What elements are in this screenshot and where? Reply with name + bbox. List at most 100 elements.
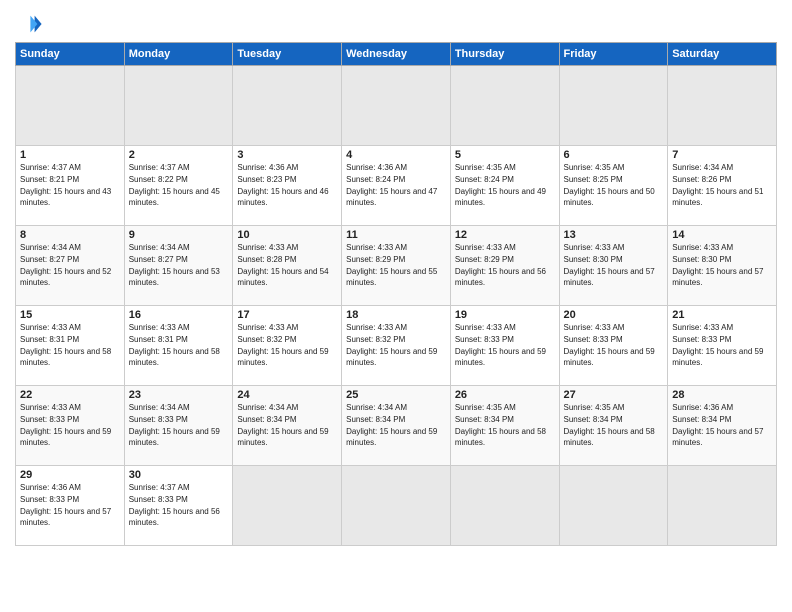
col-header-tuesday: Tuesday	[233, 43, 342, 66]
day-info: Sunrise: 4:33 AMSunset: 8:33 PMDaylight:…	[455, 323, 546, 367]
day-cell: 20 Sunrise: 4:33 AMSunset: 8:33 PMDayligh…	[559, 306, 668, 386]
day-number: 27	[564, 389, 664, 401]
day-cell	[559, 466, 668, 546]
day-number: 22	[20, 389, 120, 401]
day-cell	[124, 66, 233, 146]
header	[15, 10, 777, 38]
day-number: 15	[20, 309, 120, 321]
day-cell	[342, 466, 451, 546]
day-info: Sunrise: 4:33 AMSunset: 8:32 PMDaylight:…	[237, 323, 328, 367]
col-header-sunday: Sunday	[16, 43, 125, 66]
day-cell: 30Sunrise: 4:37 AMSunset: 8:33 PMDayligh…	[124, 466, 233, 546]
day-info: Sunrise: 4:33 AMSunset: 8:30 PMDaylight:…	[564, 243, 655, 287]
day-cell: 5 Sunrise: 4:35 AMSunset: 8:24 PMDaylight…	[450, 146, 559, 226]
col-header-friday: Friday	[559, 43, 668, 66]
day-info: Sunrise: 4:35 AMSunset: 8:24 PMDaylight:…	[455, 163, 546, 207]
day-info: Sunrise: 4:33 AMSunset: 8:32 PMDaylight:…	[346, 323, 437, 367]
day-cell: 9Sunrise: 4:34 AMSunset: 8:27 PMDaylight…	[124, 226, 233, 306]
day-number: 25	[346, 389, 446, 401]
week-row-1: 1Sunrise: 4:37 AMSunset: 8:21 PMDaylight…	[16, 146, 777, 226]
day-info: Sunrise: 4:33 AMSunset: 8:28 PMDaylight:…	[237, 243, 328, 287]
day-cell: 25Sunrise: 4:34 AMSunset: 8:34 PMDayligh…	[342, 386, 451, 466]
day-cell: 8Sunrise: 4:34 AMSunset: 8:27 PMDaylight…	[16, 226, 125, 306]
day-number: 30	[129, 469, 229, 481]
logo	[15, 10, 47, 38]
day-number: 24	[237, 389, 337, 401]
day-info: Sunrise: 4:33 AMSunset: 8:29 PMDaylight:…	[346, 243, 437, 287]
day-number: 23	[129, 389, 229, 401]
week-row-0	[16, 66, 777, 146]
day-number: 21	[672, 309, 772, 321]
col-header-saturday: Saturday	[668, 43, 777, 66]
day-info: Sunrise: 4:34 AMSunset: 8:26 PMDaylight:…	[672, 163, 763, 207]
day-info: Sunrise: 4:33 AMSunset: 8:29 PMDaylight:…	[455, 243, 546, 287]
day-cell: 22Sunrise: 4:33 AMSunset: 8:33 PMDayligh…	[16, 386, 125, 466]
day-cell: 14 Sunrise: 4:33 AMSunset: 8:30 PMDayligh…	[668, 226, 777, 306]
day-cell	[450, 466, 559, 546]
day-info: Sunrise: 4:33 AMSunset: 8:31 PMDaylight:…	[129, 323, 220, 367]
day-cell: 16 Sunrise: 4:33 AMSunset: 8:31 PMDayligh…	[124, 306, 233, 386]
day-cell	[668, 466, 777, 546]
day-number: 10	[237, 229, 337, 241]
day-number: 26	[455, 389, 555, 401]
day-info: Sunrise: 4:36 AMSunset: 8:24 PMDaylight:…	[346, 163, 437, 207]
page-container: SundayMondayTuesdayWednesdayThursdayFrid…	[0, 0, 792, 556]
day-cell: 19Sunrise: 4:33 AMSunset: 8:33 PMDayligh…	[450, 306, 559, 386]
day-info: Sunrise: 4:34 AMSunset: 8:33 PMDaylight:…	[129, 403, 220, 447]
day-cell: 18 Sunrise: 4:33 AMSunset: 8:32 PMDayligh…	[342, 306, 451, 386]
day-cell: 21 Sunrise: 4:33 AMSunset: 8:33 PMDayligh…	[668, 306, 777, 386]
day-info: Sunrise: 4:36 AMSunset: 8:34 PMDaylight:…	[672, 403, 763, 447]
day-cell	[668, 66, 777, 146]
day-info: Sunrise: 4:35 AMSunset: 8:25 PMDaylight:…	[564, 163, 655, 207]
day-info: Sunrise: 4:35 AMSunset: 8:34 PMDaylight:…	[455, 403, 546, 447]
day-cell: 2 Sunrise: 4:37 AMSunset: 8:22 PMDaylight…	[124, 146, 233, 226]
day-number: 13	[564, 229, 664, 241]
day-cell	[233, 66, 342, 146]
day-number: 2	[129, 149, 229, 161]
day-cell: 24 Sunrise: 4:34 AMSunset: 8:34 PMDayligh…	[233, 386, 342, 466]
day-info: Sunrise: 4:33 AMSunset: 8:30 PMDaylight:…	[672, 243, 763, 287]
day-number: 6	[564, 149, 664, 161]
day-info: Sunrise: 4:34 AMSunset: 8:34 PMDaylight:…	[237, 403, 328, 447]
day-cell: 26 Sunrise: 4:35 AMSunset: 8:34 PMDayligh…	[450, 386, 559, 466]
day-cell: 1Sunrise: 4:37 AMSunset: 8:21 PMDaylight…	[16, 146, 125, 226]
week-row-4: 22Sunrise: 4:33 AMSunset: 8:33 PMDayligh…	[16, 386, 777, 466]
day-number: 29	[20, 469, 120, 481]
col-header-wednesday: Wednesday	[342, 43, 451, 66]
day-number: 14	[672, 229, 772, 241]
week-row-5: 29 Sunrise: 4:36 AMSunset: 8:33 PMDayligh…	[16, 466, 777, 546]
day-cell: 17Sunrise: 4:33 AMSunset: 8:32 PMDayligh…	[233, 306, 342, 386]
day-cell	[233, 466, 342, 546]
day-number: 4	[346, 149, 446, 161]
day-cell	[16, 66, 125, 146]
week-row-3: 15 Sunrise: 4:33 AMSunset: 8:31 PMDayligh…	[16, 306, 777, 386]
logo-icon	[15, 10, 43, 38]
day-info: Sunrise: 4:33 AMSunset: 8:33 PMDaylight:…	[672, 323, 763, 367]
day-cell: 11 Sunrise: 4:33 AMSunset: 8:29 PMDayligh…	[342, 226, 451, 306]
day-cell: 6 Sunrise: 4:35 AMSunset: 8:25 PMDaylight…	[559, 146, 668, 226]
day-cell	[450, 66, 559, 146]
day-info: Sunrise: 4:37 AMSunset: 8:22 PMDaylight:…	[129, 163, 220, 207]
day-number: 18	[346, 309, 446, 321]
day-number: 1	[20, 149, 120, 161]
header-row: SundayMondayTuesdayWednesdayThursdayFrid…	[16, 43, 777, 66]
day-cell: 12 Sunrise: 4:33 AMSunset: 8:29 PMDayligh…	[450, 226, 559, 306]
day-number: 12	[455, 229, 555, 241]
calendar-table: SundayMondayTuesdayWednesdayThursdayFrid…	[15, 42, 777, 546]
day-cell: 15Sunrise: 4:33 AMSunset: 8:31 PMDayligh…	[16, 306, 125, 386]
day-info: Sunrise: 4:33 AMSunset: 8:33 PMDaylight:…	[564, 323, 655, 367]
day-cell: 4 Sunrise: 4:36 AMSunset: 8:24 PMDaylight…	[342, 146, 451, 226]
col-header-monday: Monday	[124, 43, 233, 66]
day-number: 5	[455, 149, 555, 161]
day-number: 16	[129, 309, 229, 321]
day-cell	[559, 66, 668, 146]
week-row-2: 8Sunrise: 4:34 AMSunset: 8:27 PMDaylight…	[16, 226, 777, 306]
day-number: 7	[672, 149, 772, 161]
day-info: Sunrise: 4:36 AMSunset: 8:33 PMDaylight:…	[20, 483, 111, 527]
day-number: 11	[346, 229, 446, 241]
day-info: Sunrise: 4:35 AMSunset: 8:34 PMDaylight:…	[564, 403, 655, 447]
day-info: Sunrise: 4:34 AMSunset: 8:27 PMDaylight:…	[129, 243, 220, 287]
day-cell: 10 Sunrise: 4:33 AMSunset: 8:28 PMDayligh…	[233, 226, 342, 306]
day-number: 20	[564, 309, 664, 321]
day-info: Sunrise: 4:36 AMSunset: 8:23 PMDaylight:…	[237, 163, 328, 207]
